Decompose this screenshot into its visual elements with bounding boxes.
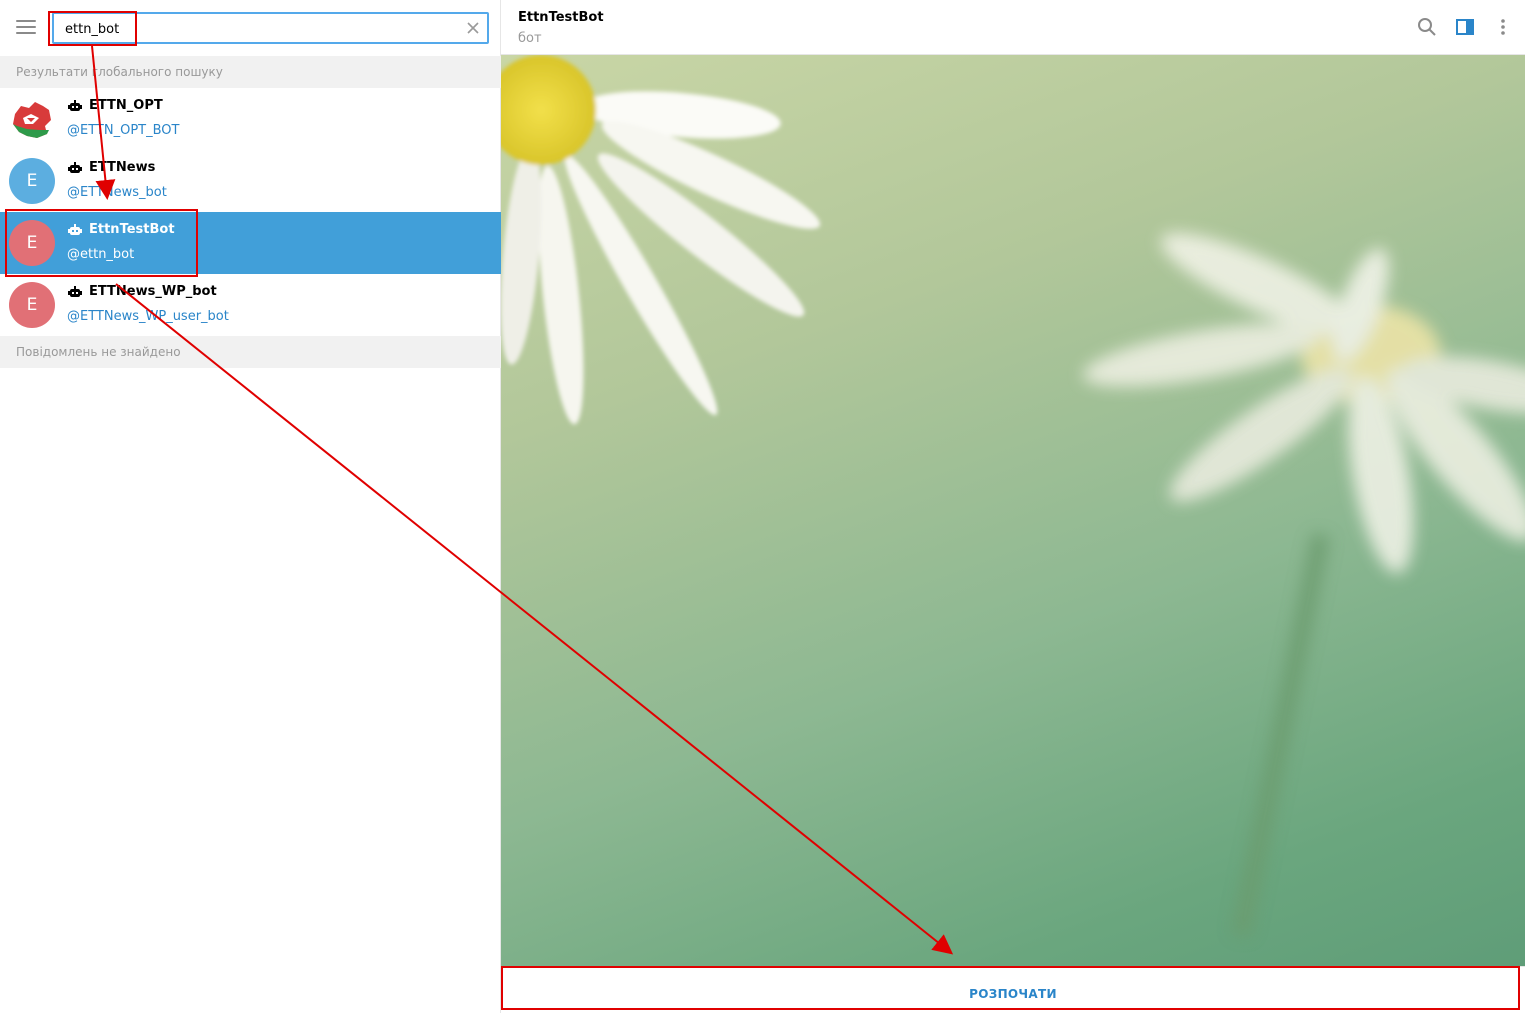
result-handle: @ETTNews_bot (67, 185, 167, 200)
search-icon[interactable] (1417, 17, 1437, 37)
hamburger-icon[interactable] (16, 20, 36, 36)
close-icon[interactable] (465, 20, 481, 36)
result-name: ETTNews_WP_bot (89, 284, 217, 299)
bot-icon (68, 286, 82, 297)
bot-icon (68, 100, 82, 111)
search-result-ettnews-wp-bot[interactable]: E ETTNews_WP_bot @ETTNews_WP_user_bot (0, 274, 501, 336)
chat-background (501, 55, 1525, 966)
dialogs-panel: Результати глобального пошуку ETTN_OPT (0, 0, 501, 1013)
ettn-logo-icon (13, 102, 51, 138)
more-vertical-icon[interactable] (1493, 17, 1513, 37)
search-input[interactable] (65, 19, 445, 39)
result-name: ETTNews (89, 160, 156, 175)
result-name: ETTN_OPT (89, 98, 163, 113)
search-field[interactable] (52, 12, 489, 44)
daisy-wallpaper (501, 55, 1525, 937)
chat-subtitle: бот (518, 31, 542, 46)
result-handle: @ettn_bot (67, 247, 135, 262)
search-result-ettntestbot[interactable]: E EttnTestBot @ettn_bot (0, 212, 501, 274)
avatar: E (9, 220, 55, 266)
search-result-ettn-opt[interactable]: ETTN_OPT @ETTN_OPT_BOT (0, 88, 501, 150)
search-result-ettnews[interactable]: E ETTNews @ETTNews_bot (0, 150, 501, 212)
chat-header[interactable]: EttnTestBot бот (501, 0, 1525, 55)
global-results-header: Результати глобального пошуку (0, 56, 501, 88)
start-button[interactable]: РОЗПОЧАТИ (501, 967, 1525, 1013)
no-messages-header: Повідомлень не знайдено (0, 336, 501, 368)
avatar (9, 96, 55, 142)
search-bar (0, 0, 501, 56)
chat-title[interactable]: EttnTestBot (518, 10, 604, 25)
bot-icon (68, 224, 82, 235)
telegram-window: Результати глобального пошуку ETTN_OPT (0, 0, 1525, 1013)
result-handle: @ETTN_OPT_BOT (67, 123, 180, 138)
result-handle: @ETTNews_WP_user_bot (67, 309, 229, 324)
avatar: E (9, 282, 55, 328)
bot-icon (68, 162, 82, 173)
bottom-bar: РОЗПОЧАТИ (501, 966, 1525, 1013)
avatar: E (9, 158, 55, 204)
sidebar-toggle-icon[interactable] (1455, 17, 1475, 37)
chat-panel: EttnTestBot бот РОЗПОЧАТИ (501, 0, 1525, 1013)
result-name: EttnTestBot (89, 222, 175, 237)
